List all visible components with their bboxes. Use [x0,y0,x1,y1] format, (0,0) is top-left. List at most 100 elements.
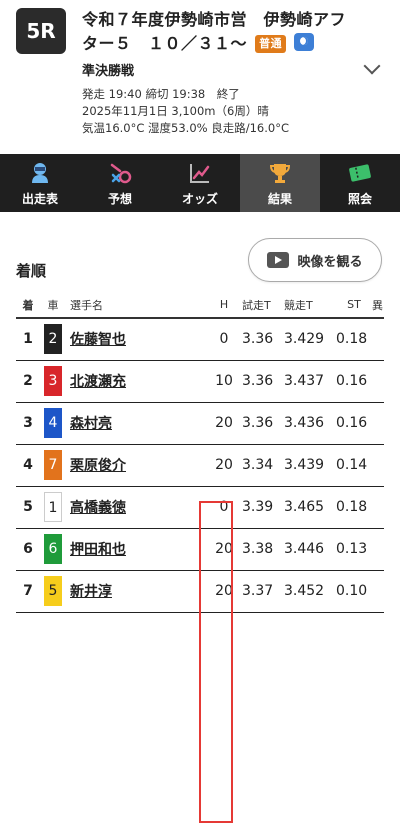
car-cell: 5 [40,570,66,613]
name-cell: 北渡瀬充 [66,360,206,403]
handicap-cell: 0 [206,318,242,361]
rank-cell: 7 [16,570,40,613]
table-row: 5 1 高橋義徳 0 3.39 3.465 0.18 [16,486,384,529]
race-info-line: 2025年11月1日 3,100m（6周）晴 [82,104,269,118]
race-time-cell: 3.439 [284,444,336,487]
rank-cell: 1 [16,318,40,361]
car-cell: 6 [40,528,66,571]
racer-name-link[interactable]: 押田和也 [70,542,126,558]
table-row: 4 7 栗原俊介 20 3.34 3.439 0.14 [16,444,384,487]
car-cell: 7 [40,444,66,487]
car-number-badge: 1 [44,492,62,522]
results-table: 着 車 選手名 H 試走T 競走T ST 異 1 2 佐藤智也 0 3.36 3.429 0… [16,292,384,613]
tab-label: 照会 [347,191,372,206]
car-number-badge: 5 [44,576,62,606]
start-timing-cell: 0.10 [336,570,372,613]
start-timing-cell: 0.13 [336,528,372,571]
handicap-cell: 20 [206,570,242,613]
racer-name-link[interactable]: 栗原俊介 [70,458,126,474]
car-cell: 3 [40,360,66,403]
racer-name-link[interactable]: 高橋義徳 [70,500,126,516]
table-header-row: 着 車 選手名 H 試走T 競走T ST 異 [16,292,384,319]
name-cell: 佐藤智也 [66,318,206,361]
col-trial-time: 試走T [242,292,284,319]
results-table-body: 1 2 佐藤智也 0 3.36 3.429 0.18 2 3 北渡瀬充 10 3.36 3.437 0.1… [16,318,384,613]
note-cell [372,528,384,571]
start-timing-cell: 0.14 [336,444,372,487]
race-info-line: 発走 19:40 締切 19:38 終了 [82,87,240,101]
tab-label: 出走表 [21,191,58,206]
racer-name-link[interactable]: 森村亮 [70,416,112,432]
chevron-down-icon[interactable] [363,57,381,75]
start-timing-cell: 0.18 [336,318,372,361]
rank-cell: 3 [16,402,40,445]
note-cell [372,570,384,613]
start-timing-cell: 0.18 [336,486,372,529]
race-info-line: 気温16.0°C 湿度53.0% 良走路/16.0°C [82,121,289,135]
car-number-badge: 6 [44,534,62,564]
tab-inquiry[interactable]: 照会 [320,154,400,212]
trial-time-cell: 3.36 [242,360,284,403]
note-cell [372,360,384,403]
trial-time-cell: 3.38 [242,528,284,571]
rank-cell: 2 [16,360,40,403]
col-car: 車 [40,292,66,319]
table-row: 7 5 新井淳 20 3.37 3.452 0.10 [16,570,384,613]
car-number-badge: 2 [44,324,62,355]
tab-odds[interactable]: オッズ [160,154,240,212]
table-row: 6 6 押田和也 20 3.38 3.446 0.13 [16,528,384,571]
note-cell [372,486,384,529]
race-info: 発走 19:40 締切 19:38 終了 2025年11月1日 3,100m（6… [82,86,289,137]
results-title: 着順 [16,262,47,280]
tab-prediction[interactable]: 予想 [80,154,160,212]
note-cell [372,318,384,361]
rank-cell: 4 [16,444,40,487]
racer-name-link[interactable]: 北渡瀬充 [70,374,126,390]
race-time-cell: 3.429 [284,318,336,361]
race-title: 令和７年度伊勢崎市営 伊勢崎アフター５ １０／３１～ 普通 [82,8,362,56]
trial-time-cell: 3.36 [242,402,284,445]
odds-chart-icon [187,160,213,186]
results-section: 着順 映像を観る 着 車 選手名 H 試走T 競走T ST 異 1 2 佐藤智也 0 3… [0,212,400,823]
race-header: 5R 令和７年度伊勢崎市営 伊勢崎アフター５ １０／３１～ 普通 準決勝戦 発走… [0,0,400,154]
trial-time-cell: 3.39 [242,486,284,529]
note-cell [372,402,384,445]
trial-time-cell: 3.34 [242,444,284,487]
col-start-timing: ST [336,292,372,319]
table-row: 3 4 森村亮 20 3.36 3.436 0.16 [16,402,384,445]
tab-results[interactable]: 結果 [240,154,320,212]
car-number-badge: 7 [44,450,62,480]
futsu-badge: 普通 [255,35,287,53]
col-note: 異 [372,292,384,319]
watch-video-button[interactable]: 映像を観る [248,238,382,282]
handicap-cell: 10 [206,360,242,403]
car-number-badge: 4 [44,408,62,438]
trophy-icon [267,160,293,186]
col-rank: 着 [16,292,40,319]
handicap-cell: 0 [206,486,242,529]
name-cell: 高橋義徳 [66,486,206,529]
racer-name-link[interactable]: 新井淳 [70,584,112,600]
race-subtitle: 準決勝戦 [82,64,135,79]
race-number-badge: 5R [16,8,66,54]
handicap-cell: 20 [206,528,242,571]
handicap-cell: 20 [206,444,242,487]
video-icon [267,252,290,268]
table-row: 1 2 佐藤智也 0 3.36 3.429 0.18 [16,318,384,361]
race-nav-bar: 出走表 予想 オッズ 結果 照会 [0,154,400,212]
race-time-cell: 3.465 [284,486,336,529]
race-time-cell: 3.452 [284,570,336,613]
tab-label: 予想 [107,191,132,206]
tab-label: オッズ [181,191,218,206]
car-cell: 4 [40,402,66,445]
trial-time-cell: 3.36 [242,318,284,361]
tab-entry-list[interactable]: 出走表 [0,154,80,212]
racer-name-link[interactable]: 佐藤智也 [70,332,126,348]
prediction-icon [107,160,133,186]
race-time-cell: 3.437 [284,360,336,403]
watch-video-label: 映像を観る [297,254,363,270]
tab-label: 結果 [267,191,292,206]
trial-time-cell: 3.37 [242,570,284,613]
car-cell: 1 [40,486,66,529]
car-cell: 2 [40,318,66,361]
